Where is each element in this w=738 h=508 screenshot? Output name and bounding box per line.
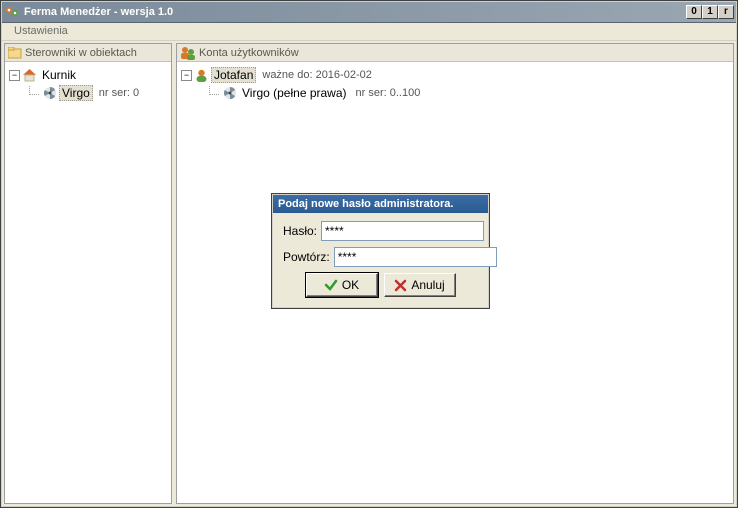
password-label: Hasło: bbox=[283, 224, 317, 238]
tree-controllers: − Kurnik Virgo nr ser: 0 bbox=[5, 62, 171, 503]
fan-icon bbox=[43, 86, 57, 100]
panel-header-users: Konta użytkowników bbox=[177, 44, 733, 62]
repeat-input[interactable] bbox=[334, 247, 497, 267]
app-icon bbox=[4, 4, 20, 20]
tree-node-jotafan[interactable]: − Jotafan ważne do: 2016-02-02 bbox=[179, 66, 731, 84]
tree-line bbox=[29, 86, 39, 95]
tree-label-virgo-rights: Virgo (pełne prawa) bbox=[239, 85, 350, 101]
repeat-label: Powtórz: bbox=[283, 250, 330, 264]
cancel-button[interactable]: Anuluj bbox=[384, 273, 456, 297]
tree-sub-jotafan: ważne do: 2016-02-02 bbox=[262, 69, 371, 81]
tree-node-kurnik[interactable]: − Kurnik bbox=[7, 66, 169, 84]
users-icon bbox=[180, 46, 196, 60]
password-input[interactable] bbox=[321, 221, 484, 241]
window-title: Ferma Menedżer - wersja 1.0 bbox=[24, 6, 686, 18]
panel-header-label: Sterowniki w obiektach bbox=[25, 47, 137, 59]
panel-header-label: Konta użytkowników bbox=[199, 47, 299, 59]
check-icon bbox=[324, 278, 338, 292]
fan-icon bbox=[223, 86, 237, 100]
tree-label-jotafan: Jotafan bbox=[211, 67, 256, 83]
expander-icon[interactable]: − bbox=[181, 70, 192, 81]
tree-sub-virgo-rights: nr ser: 0..100 bbox=[356, 87, 421, 99]
tree-node-virgo[interactable]: Virgo nr ser: 0 bbox=[7, 84, 169, 102]
tree-label-kurnik: Kurnik bbox=[39, 67, 79, 83]
maximize-button[interactable]: 1 bbox=[702, 5, 718, 19]
expander-icon[interactable]: − bbox=[9, 70, 20, 81]
tree-label-virgo: Virgo bbox=[59, 85, 93, 101]
titlebar: Ferma Menedżer - wersja 1.0 0 1 r bbox=[2, 2, 736, 23]
cancel-label: Anuluj bbox=[411, 278, 444, 292]
dialog-titlebar: Podaj nowe hasło administratora. bbox=[273, 195, 488, 213]
close-button[interactable]: r bbox=[718, 5, 734, 19]
house-icon bbox=[22, 68, 37, 82]
folder-icon bbox=[8, 47, 22, 59]
menubar: Ustawienia bbox=[2, 23, 736, 41]
x-icon bbox=[394, 279, 407, 292]
tree-node-virgo-rights[interactable]: Virgo (pełne prawa) nr ser: 0..100 bbox=[179, 84, 731, 102]
ok-label: OK bbox=[342, 278, 359, 292]
user-icon bbox=[194, 68, 209, 83]
panel-header-controllers: Sterowniki w obiektach bbox=[5, 44, 171, 62]
tree-sub-virgo: nr ser: 0 bbox=[99, 87, 139, 99]
ok-button[interactable]: OK bbox=[306, 273, 378, 297]
password-dialog: Podaj nowe hasło administratora. Hasło: … bbox=[271, 193, 490, 309]
menu-settings[interactable]: Ustawienia bbox=[8, 24, 74, 38]
minimize-button[interactable]: 0 bbox=[686, 5, 702, 19]
dialog-title: Podaj nowe hasło administratora. bbox=[278, 198, 453, 210]
panel-controllers: Sterowniki w obiektach − Kurnik bbox=[4, 43, 172, 504]
tree-line bbox=[209, 86, 219, 95]
